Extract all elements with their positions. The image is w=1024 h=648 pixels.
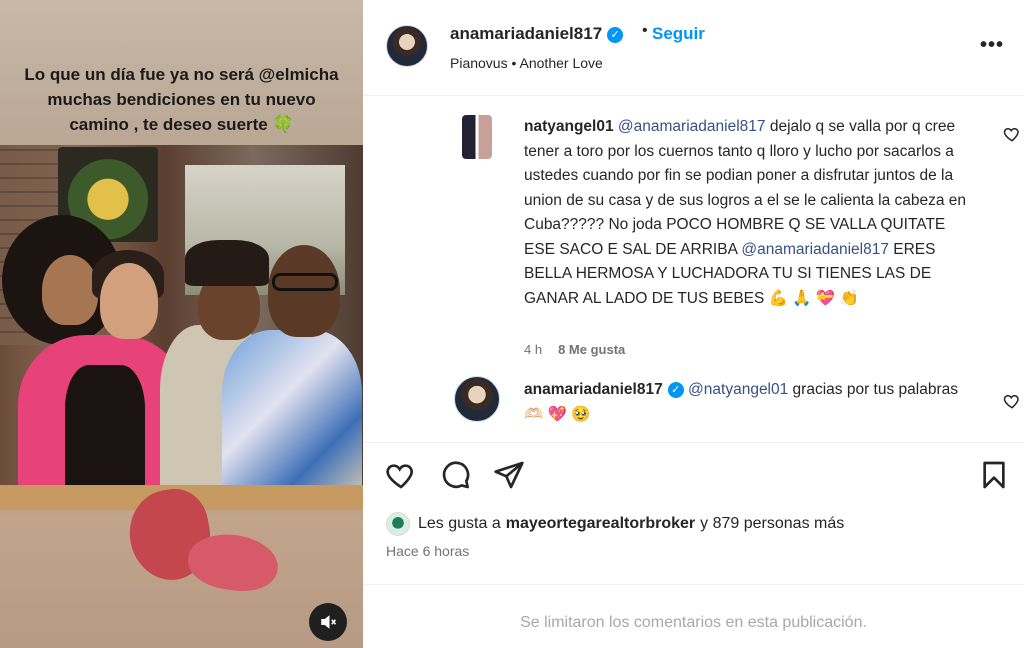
save-bookmark-icon[interactable] [978, 459, 1010, 491]
reply-mention[interactable]: @natyangel01 [688, 381, 788, 398]
reply-author-avatar[interactable] [454, 376, 500, 422]
audio-track[interactable]: Another Love [520, 55, 603, 71]
audio-info[interactable]: Pianovus • Another Love [450, 55, 603, 71]
liker-avatar [386, 512, 410, 536]
likes-summary[interactable]: Les gusta a mayeortegarealtorbroker y 87… [386, 512, 844, 536]
comment-meta: 4 h 8 Me gusta [524, 342, 641, 357]
reply-username[interactable]: anamariadaniel817 [524, 381, 663, 398]
girl-face [42, 255, 98, 325]
reply-like-heart-icon[interactable] [1003, 392, 1021, 410]
comment-text: natyangel01 @anamariadaniel817 dejalo q … [524, 115, 974, 311]
author-username[interactable]: anamariadaniel817 ✓ [450, 24, 624, 44]
verified-badge-icon: ✓ [667, 382, 684, 398]
action-bar [363, 442, 1024, 506]
comment-like-heart-icon[interactable] [1003, 125, 1021, 143]
post-panel: anamariadaniel817 ✓ • Seguir Pianovus • A… [363, 0, 1024, 648]
mute-button[interactable] [309, 603, 347, 641]
liker-username[interactable]: mayeortegarealtorbroker [506, 515, 695, 533]
comments-limited-notice: Se limitaron los comentarios en esta pub… [363, 584, 1024, 648]
audio-artist[interactable]: Pianovus [450, 55, 508, 71]
speaker-muted-icon [321, 615, 337, 629]
boy-face [268, 245, 340, 337]
boy-glasses [272, 273, 338, 291]
post-header: anamariadaniel817 ✓ • Seguir Pianovus • A… [363, 0, 1024, 96]
follow-button[interactable]: Seguir [652, 24, 705, 44]
comment-time: 4 h [524, 342, 543, 357]
likes-prefix: Les gusta a [418, 515, 501, 532]
more-options-icon[interactable]: ••• [980, 34, 1004, 57]
author-avatar[interactable] [386, 25, 428, 67]
commenter-avatar[interactable] [462, 115, 492, 159]
share-send-icon[interactable] [493, 459, 525, 491]
post-media[interactable]: Lo que un día fue ya no será @elmicha mu… [0, 0, 363, 648]
reply-text: anamariadaniel817 ✓ @natyangel01 gracias … [524, 378, 964, 427]
post-timestamp[interactable]: Hace 6 horas [386, 543, 469, 559]
header-dot: • [642, 22, 648, 39]
author-username-text[interactable]: anamariadaniel817 [450, 24, 602, 43]
audio-separator: • [507, 55, 520, 71]
like-heart-icon[interactable] [385, 459, 417, 491]
verified-badge-icon: ✓ [607, 27, 624, 43]
comment-mention[interactable]: @anamariadaniel817 [618, 118, 766, 135]
story-caption: Lo que un día fue ya no será @elmicha mu… [24, 65, 339, 134]
family-photo [0, 145, 363, 510]
comment-bubble-icon[interactable] [439, 459, 471, 491]
comment-mention-2[interactable]: @anamariadaniel817 [741, 241, 889, 258]
comments-list[interactable]: natyangel01 @anamariadaniel817 dejalo q … [363, 96, 1024, 442]
comment-likes[interactable]: 8 Me gusta [558, 342, 625, 357]
woman-face [100, 263, 158, 339]
likes-suffix[interactable]: y 879 personas más [700, 515, 844, 533]
comment-username[interactable]: natyangel01 [524, 118, 614, 135]
man-hat [185, 240, 269, 286]
boy-shirt [222, 330, 362, 510]
comment-text-part1: dejalo q se valla por q cree tener a tor… [524, 118, 967, 258]
